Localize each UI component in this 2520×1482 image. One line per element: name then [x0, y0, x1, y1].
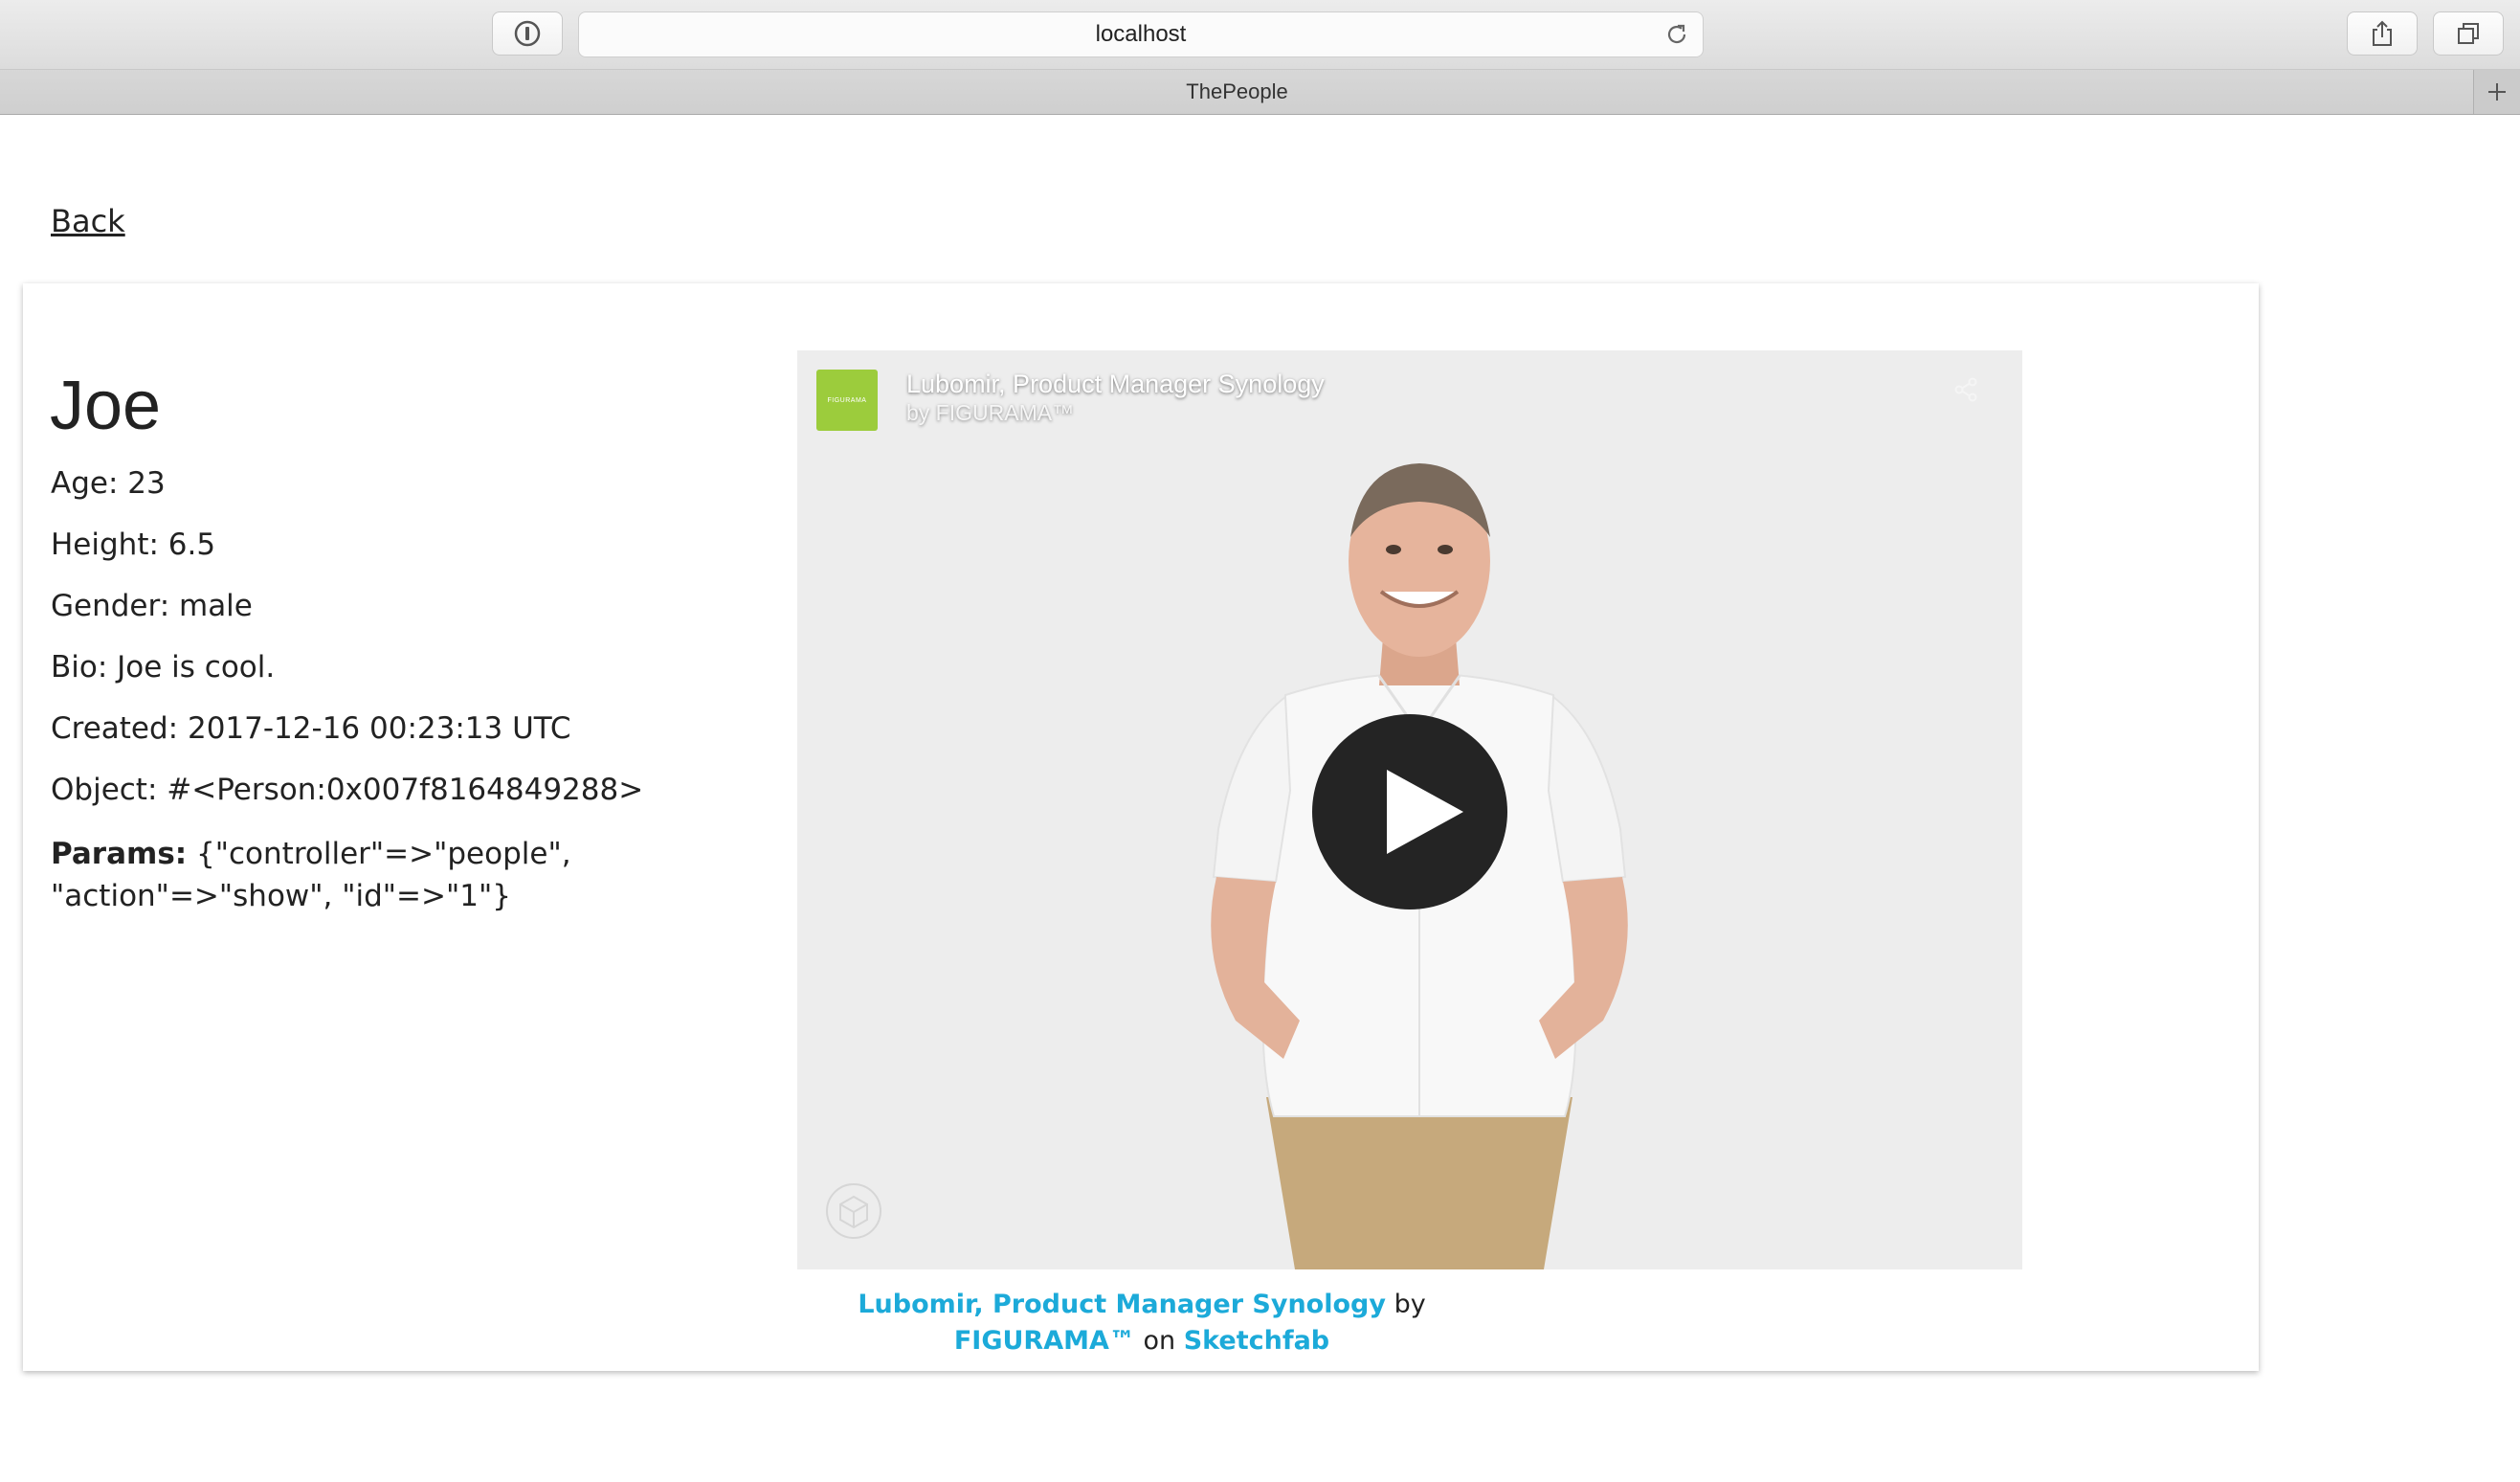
person-object: Object: #<Person:0x007f8164849288> [51, 773, 644, 807]
browser-toolbar: localhost [0, 0, 2520, 70]
credit-on-text: on [1143, 1326, 1176, 1356]
reload-icon[interactable] [1664, 22, 1689, 47]
credit-line-2: FIGURAMA™ on Sketchfab [797, 1323, 1486, 1359]
share-button[interactable] [2347, 11, 2418, 56]
viewer-byline[interactable]: by FIGURAMA™ [906, 400, 1074, 426]
new-tab-icon [2488, 83, 2506, 101]
person-age: Age: 23 [51, 466, 166, 501]
person-gender: Gender: male [51, 589, 253, 623]
person-created: Created: 2017-12-16 00:23:13 UTC [51, 711, 571, 746]
sketchfab-viewer[interactable]: FIGURAMA Lubomir, Product Manager Synolo… [797, 350, 2022, 1269]
viewer-title[interactable]: Lubomir, Product Manager Synology [906, 370, 1325, 399]
address-bar[interactable]: localhost [578, 11, 1704, 57]
play-button[interactable] [1312, 714, 1507, 909]
author-thumbnail-text: FIGURAMA [827, 396, 867, 404]
share-icon [2373, 20, 2392, 46]
person-bio: Bio: Joe is cool. [51, 650, 276, 685]
model-link[interactable]: Lubomir, Product Manager Synology [858, 1290, 1386, 1319]
back-link[interactable]: Back [51, 203, 125, 239]
credit-by-text: by [1394, 1290, 1426, 1319]
password-button[interactable] [492, 11, 563, 56]
tab-bar: ThePeople [0, 70, 2520, 115]
new-tab-button[interactable] [2473, 70, 2520, 114]
play-icon [1387, 770, 1463, 854]
share-icon[interactable] [1951, 375, 1980, 404]
tab-title[interactable]: ThePeople [0, 70, 2474, 114]
person-height: Height: 6.5 [51, 528, 216, 562]
person-name: Joe [50, 368, 162, 444]
credit-line-1: Lubomir, Product Manager Synology by [797, 1287, 1486, 1323]
author-link[interactable]: FIGURAMA™ [954, 1326, 1135, 1356]
url-text: localhost [1095, 21, 1187, 47]
author-thumbnail[interactable]: FIGURAMA [816, 370, 878, 431]
tabs-overview-icon [2458, 23, 2479, 44]
params-text: Params: {"controller"=>"people", "action… [51, 833, 702, 917]
password-icon [514, 20, 541, 47]
tabs-overview-button[interactable] [2433, 11, 2504, 56]
sketchfab-link[interactable]: Sketchfab [1184, 1326, 1329, 1356]
3d-cube-icon[interactable] [824, 1181, 883, 1241]
params-label: Params: [51, 837, 188, 871]
